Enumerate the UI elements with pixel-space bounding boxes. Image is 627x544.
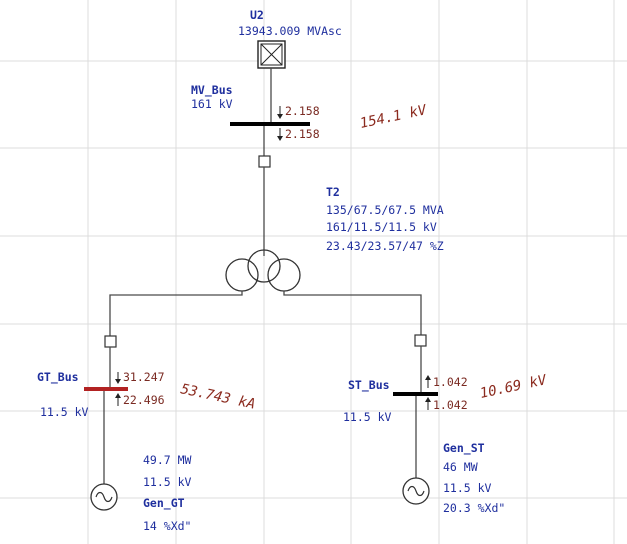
utility-name: U2 [250,8,264,22]
gt-bus[interactable]: GT_Bus 11.5 kV [37,370,128,419]
gen-st-voltage: 11.5 kV [443,481,492,495]
svg-text:31.247: 31.247 [123,370,165,384]
st-bus-flow-out: 1.042 [425,397,468,412]
st-bus-voltage: 11.5 kV [343,410,392,424]
utility-rating: 13943.009 MVAsc [238,24,342,38]
generator-st[interactable]: Gen_ST 46 MW 11.5 kV 20.3 %Xd" [402,441,505,515]
one-line-diagram: U2 13943.009 MVAsc MV_Bus 161 kV 2.158 2… [0,0,627,544]
st-bus-name: ST_Bus [348,378,390,393]
arrow-up-icon [425,375,431,380]
st-breaker[interactable] [414,334,427,347]
mv-bus-result: 154.1 kV [359,102,430,132]
gen-gt-reactance: 14 %Xd" [143,519,191,533]
transformer-impedance: 23.43/23.57/47 %Z [326,239,444,253]
gt-bus-flow-in: 31.247 [115,370,165,384]
generator-icon [90,483,118,511]
st-bus-flow-in: 1.042 [425,375,468,389]
utility-icon [257,40,286,69]
gen-st-power: 46 MW [443,460,478,474]
svg-text:1.042: 1.042 [433,375,468,389]
arrow-down-icon [277,114,283,119]
gt-bus-name: GT_Bus [37,370,79,385]
svg-text:22.496: 22.496 [123,393,165,407]
generator-icon [402,477,430,505]
transformer-rating: 135/67.5/67.5 MVA [326,203,444,217]
st-feeder-wire [283,291,422,336]
st-bus-result: 10.69 kV [479,372,550,402]
mv-busbar [230,122,310,126]
gt-bus-flow-out: 22.496 [115,393,165,407]
three-winding-transformer-icon [225,249,301,292]
svg-text:2.158: 2.158 [285,104,320,118]
gen-gt-voltage: 11.5 kV [143,475,192,489]
svg-text:2.158: 2.158 [285,127,320,141]
gt-busbar [84,387,128,391]
svg-text:1.042: 1.042 [433,398,468,412]
gt-bus-voltage: 11.5 kV [40,405,89,419]
transformer-name: T2 [326,185,340,199]
gen-gt-name: Gen_GT [143,496,185,511]
arrow-up-icon [115,393,121,398]
arrow-up-icon [425,397,431,402]
st-bus[interactable]: ST_Bus 11.5 kV [343,378,438,424]
mv-breaker[interactable] [258,155,271,168]
mv-bus-flow-in: 2.158 [277,104,320,119]
gen-st-reactance: 20.3 %Xd" [443,501,505,515]
arrow-down-icon [115,379,121,384]
gen-st-name: Gen_ST [443,441,485,456]
st-busbar [393,392,438,396]
arrow-down-icon [277,136,283,141]
transformer-t2[interactable]: T2 135/67.5/67.5 MVA 161/11.5/11.5 kV 23… [225,185,444,292]
mv-bus-flow-out: 2.158 [277,127,320,141]
gen-gt-power: 49.7 MW [143,453,192,467]
mv-bus-name: MV_Bus [191,83,233,98]
gt-breaker[interactable] [104,335,117,348]
gt-bus-result: 53.743 kA [179,381,257,412]
mv-bus-voltage: 161 kV [191,97,233,111]
transformer-voltages: 161/11.5/11.5 kV [326,220,437,234]
utility-source[interactable]: U2 13943.009 MVAsc [238,8,342,69]
background-grid [0,0,627,544]
